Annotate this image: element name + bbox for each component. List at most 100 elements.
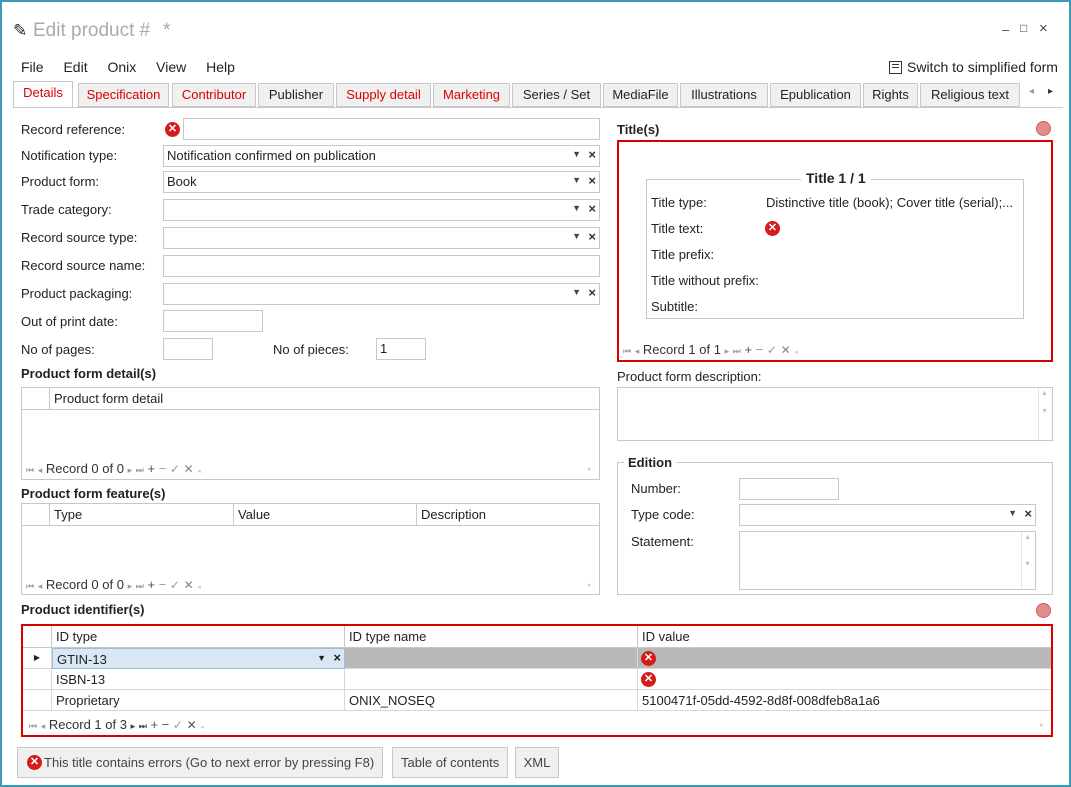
xml-button[interactable]: XML bbox=[515, 747, 559, 778]
record-source-type-select[interactable]: ▼ × bbox=[163, 227, 600, 249]
record-reference-input[interactable] bbox=[183, 118, 600, 140]
next-record-icon[interactable]: ▸ bbox=[725, 346, 730, 356]
column-header-product-form-detail[interactable]: Product form detail bbox=[50, 388, 599, 410]
record-source-name-input[interactable] bbox=[163, 255, 600, 277]
table-row-cell-id-type[interactable]: ISBN-13 bbox=[52, 669, 345, 690]
cancel-icon[interactable]: ✕ bbox=[781, 343, 791, 357]
clear-icon[interactable]: × bbox=[588, 285, 596, 300]
last-record-icon[interactable]: ⏭ bbox=[733, 346, 741, 356]
table-row-cell-id-value[interactable]: 5100471f-05dd-4592-8d8f-008dfeb8a1a6 bbox=[638, 690, 1051, 711]
minimize-button[interactable]: – bbox=[1002, 22, 1009, 37]
confirm-icon[interactable]: ✓ bbox=[173, 718, 183, 732]
menu-help[interactable]: Help bbox=[206, 59, 235, 75]
next-record-icon[interactable]: ▸ bbox=[128, 581, 133, 591]
table-row-cell-id-type[interactable]: Proprietary bbox=[52, 690, 345, 711]
last-record-icon[interactable]: ⏭ bbox=[139, 721, 147, 731]
clear-icon[interactable]: × bbox=[333, 650, 341, 665]
next-record-icon[interactable]: ▸ bbox=[128, 465, 133, 475]
table-row-cell-id-type-name[interactable] bbox=[345, 669, 638, 690]
tab-epublication[interactable]: Epublication bbox=[770, 83, 861, 107]
tab-scroll-left-icon[interactable]: ◂ bbox=[1029, 86, 1034, 97]
title-type-value[interactable]: Distinctive title (book); Cover title (s… bbox=[766, 195, 1013, 210]
table-row-cell-id-value[interactable]: ✕ bbox=[638, 669, 1051, 690]
tab-religious-text[interactable]: Religious text bbox=[920, 83, 1020, 107]
table-row-cell-id-value[interactable]: ✕ bbox=[638, 648, 1051, 669]
table-row-cell-id-type[interactable]: GTIN-13 ▼ × bbox=[52, 648, 345, 669]
confirm-icon[interactable]: ✓ bbox=[767, 343, 777, 357]
first-record-icon[interactable]: ⏮ bbox=[26, 581, 34, 591]
clear-icon[interactable]: × bbox=[1024, 506, 1032, 521]
prev-record-icon[interactable]: ◂ bbox=[635, 346, 640, 356]
confirm-icon[interactable]: ✓ bbox=[170, 462, 180, 476]
remove-record-icon[interactable]: − bbox=[162, 717, 170, 732]
section-error-icon[interactable] bbox=[1036, 603, 1051, 618]
cancel-icon[interactable]: ✕ bbox=[184, 462, 194, 476]
column-header-id-value[interactable]: ID value bbox=[638, 626, 1051, 648]
product-form-select[interactable]: Book ▼ × bbox=[163, 171, 600, 193]
prev-record-icon[interactable]: ◂ bbox=[38, 465, 43, 475]
chevron-down-icon[interactable]: ▼ bbox=[317, 653, 326, 663]
tab-supply-detail[interactable]: Supply detail bbox=[336, 83, 431, 107]
remove-record-icon[interactable]: − bbox=[756, 342, 764, 357]
add-record-icon[interactable]: + bbox=[147, 577, 155, 592]
row-indicator[interactable] bbox=[23, 669, 52, 690]
first-record-icon[interactable]: ⏮ bbox=[29, 721, 37, 731]
trade-category-select[interactable]: ▼ × bbox=[163, 199, 600, 221]
section-error-icon[interactable] bbox=[1036, 121, 1051, 136]
clear-icon[interactable]: × bbox=[588, 201, 596, 216]
menu-edit[interactable]: Edit bbox=[63, 59, 87, 75]
tab-marketing[interactable]: Marketing bbox=[433, 83, 510, 107]
chevron-down-icon[interactable]: ▼ bbox=[1008, 508, 1017, 518]
tab-rights[interactable]: Rights bbox=[863, 83, 918, 107]
prev-record-icon[interactable]: ◂ bbox=[41, 721, 46, 731]
scrollbar[interactable]: ▴ ▾ bbox=[1021, 532, 1033, 589]
out-of-print-date-input[interactable] bbox=[163, 310, 263, 332]
chevron-down-icon[interactable]: ▼ bbox=[572, 231, 581, 241]
tab-contributor[interactable]: Contributor bbox=[172, 83, 256, 107]
scroll-right-icon[interactable]: ▸ bbox=[588, 581, 592, 589]
tab-mediafile[interactable]: MediaFile bbox=[603, 83, 678, 107]
edition-number-input[interactable] bbox=[739, 478, 839, 500]
clear-icon[interactable]: × bbox=[588, 229, 596, 244]
tab-series-set[interactable]: Series / Set bbox=[512, 83, 601, 107]
remove-record-icon[interactable]: − bbox=[159, 461, 167, 476]
scroll-right-icon[interactable]: ▸ bbox=[1040, 721, 1044, 729]
prev-record-icon[interactable]: ◂ bbox=[38, 581, 43, 591]
tab-publisher[interactable]: Publisher bbox=[258, 83, 334, 107]
scroll-left-icon[interactable]: ◂ bbox=[197, 584, 201, 591]
tab-specification[interactable]: Specification bbox=[78, 83, 169, 107]
tab-scroll-right-icon[interactable]: ▸ bbox=[1048, 86, 1053, 97]
chevron-down-icon[interactable]: ▼ bbox=[572, 149, 581, 159]
maximize-button[interactable]: □ bbox=[1020, 21, 1027, 35]
remove-record-icon[interactable]: − bbox=[159, 577, 167, 592]
last-record-icon[interactable]: ⏭ bbox=[136, 465, 144, 475]
switch-simplified-button[interactable]: Switch to simplified form bbox=[889, 59, 1058, 75]
add-record-icon[interactable]: + bbox=[744, 342, 752, 357]
confirm-icon[interactable]: ✓ bbox=[170, 578, 180, 592]
clear-icon[interactable]: × bbox=[588, 147, 596, 162]
menu-view[interactable]: View bbox=[156, 59, 186, 75]
scroll-left-icon[interactable]: ◂ bbox=[197, 468, 201, 475]
clear-icon[interactable]: × bbox=[588, 173, 596, 188]
product-form-description-textarea[interactable] bbox=[617, 387, 1053, 441]
scrollbar[interactable]: ▴ ▾ bbox=[1038, 388, 1050, 440]
scroll-right-icon[interactable]: ▸ bbox=[588, 465, 592, 473]
chevron-down-icon[interactable]: ▼ bbox=[572, 287, 581, 297]
errors-button[interactable]: ✕ This title contains errors (Go to next… bbox=[17, 747, 384, 778]
table-of-contents-button[interactable]: Table of contents bbox=[392, 747, 509, 778]
row-indicator[interactable] bbox=[23, 690, 52, 711]
column-header-type[interactable]: Type bbox=[50, 504, 234, 526]
column-header-value[interactable]: Value bbox=[234, 504, 417, 526]
no-of-pieces-input[interactable]: 1 bbox=[376, 338, 426, 360]
tab-illustrations[interactable]: Illustrations bbox=[680, 83, 768, 107]
first-record-icon[interactable]: ⏮ bbox=[26, 465, 34, 475]
edition-type-code-select[interactable]: ▼ × bbox=[739, 504, 1036, 526]
edition-statement-textarea[interactable] bbox=[739, 531, 1036, 590]
add-record-icon[interactable]: + bbox=[150, 717, 158, 732]
table-row-cell-id-type-name[interactable] bbox=[345, 648, 638, 669]
tab-details[interactable]: Details bbox=[13, 81, 73, 108]
notification-type-select[interactable]: Notification confirmed on publication ▼ × bbox=[163, 145, 600, 167]
column-header-id-type[interactable]: ID type bbox=[52, 626, 345, 648]
chevron-down-icon[interactable]: ▼ bbox=[572, 203, 581, 213]
product-packaging-select[interactable]: ▼ × bbox=[163, 283, 600, 305]
